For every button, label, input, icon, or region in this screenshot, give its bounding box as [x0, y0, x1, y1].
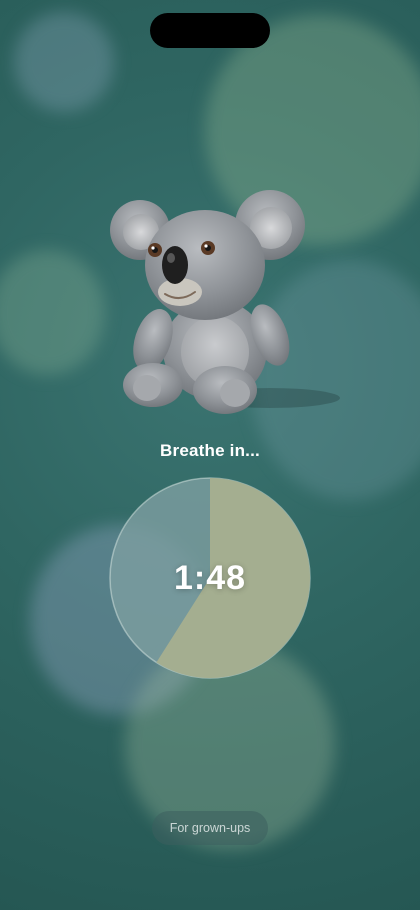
bokeh-light — [14, 12, 114, 112]
for-grown-ups-button[interactable]: For grown-ups — [152, 811, 268, 845]
dynamic-island — [150, 13, 270, 48]
breathing-timer: 1:48 — [108, 476, 312, 680]
breathing-prompt: Breathe in... — [160, 441, 260, 460]
bokeh-light — [0, 250, 105, 375]
koala-plush-icon — [105, 180, 345, 420]
timer-countdown: 1:48 — [173, 558, 247, 597]
